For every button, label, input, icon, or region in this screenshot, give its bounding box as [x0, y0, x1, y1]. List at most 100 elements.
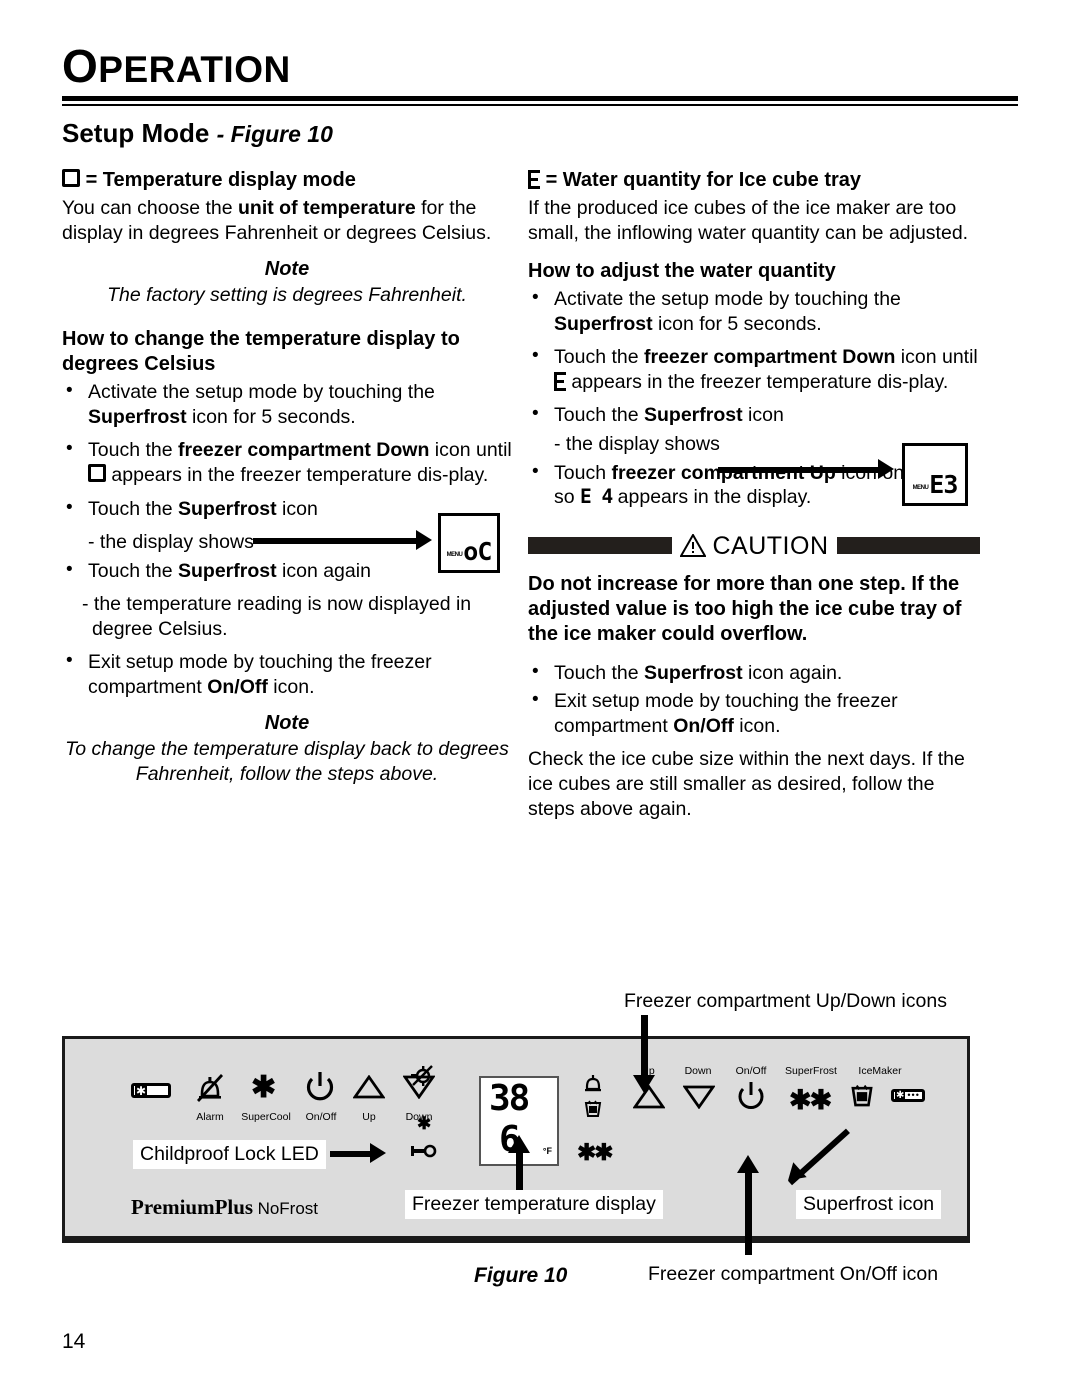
bullet-text-post: icon [276, 497, 318, 520]
caution-label-text: CAUTION [712, 531, 829, 560]
bullet-text-bold: freezer compartment Down [177, 439, 430, 462]
sub-result-line: - the temperature reading is now display… [62, 592, 512, 641]
updown-callout-arrowhead [633, 1075, 655, 1093]
childproof-arrow-shaft [330, 1151, 372, 1157]
double-asterisk-icon: ✱✱ [577, 1139, 614, 1165]
display-unit: °F [542, 1146, 552, 1156]
childproof-arrow-head [370, 1143, 386, 1163]
brand-label: PremiumPlus NoFrost [131, 1195, 318, 1220]
bullet-text-pre: Touch the [88, 559, 178, 582]
right-heading: = Water quantity for Ice cube tray [528, 168, 980, 193]
bullet-text-post: icon for 5 seconds. [186, 405, 356, 428]
brand-primary: PremiumPlus [131, 1195, 254, 1219]
bullet-text-post: icon again [276, 559, 371, 582]
list-item: Activate the setup mode by touching the … [528, 286, 980, 336]
icemaker-bar-icon: ✱ [131, 1083, 171, 1098]
page-header: OPERATION [62, 42, 1018, 107]
bullet-text-pre: Touch the [554, 661, 644, 684]
tempdisplay-arrow-head [508, 1135, 530, 1153]
brand-secondary: NoFrost [257, 1199, 319, 1218]
menu-tag-label: MENU [912, 485, 929, 491]
header-rule-thin [62, 104, 1018, 107]
onoff-arrow-shaft [745, 1170, 752, 1255]
bell-crossed-icon [193, 1071, 227, 1109]
right-arrow-shaft [718, 467, 880, 473]
bullet-text-post: icon. [267, 675, 315, 698]
callout-updown-label: Freezer compartment Up/Down icons [624, 990, 947, 1012]
right-closing: Check the ice cube size within the next … [528, 748, 965, 820]
caution-label: CAUTION [679, 530, 829, 562]
sub-result-text: - the temperature reading is now display… [82, 593, 472, 640]
left-heading: = Temperature display mode [62, 168, 512, 193]
icemaker-cup-icon-right [849, 1083, 875, 1113]
right-heading-text: = Water quantity for Ice cube tray [545, 169, 862, 191]
bullet-text-bold: Superfrost [177, 559, 277, 582]
page-number: 14 [62, 1330, 86, 1353]
mini-display-celsius: MENU oC [438, 513, 500, 573]
bullet-text-bold: Superfrost [643, 661, 743, 684]
note-1-label: Note [264, 258, 310, 281]
list-item: Exit setup mode by touching the freezer … [528, 688, 980, 738]
icemaker-bar-icon-right: ✱ ••• [891, 1089, 925, 1102]
bell-icon [583, 1073, 603, 1097]
left-intro-bold: unit of temperature [238, 197, 416, 219]
square-glyph-icon [62, 169, 80, 187]
updown-callout-line [641, 1015, 648, 1077]
callout-temp-display: Freezer temperature display [405, 1190, 663, 1220]
caution-bar-right [836, 537, 980, 555]
triangle-up-icon [352, 1074, 386, 1103]
page-title-rest: PERATION [98, 49, 291, 90]
list-item: Touch the Superfrost icon [528, 402, 980, 428]
bullet-text-bold: Superfrost [643, 404, 743, 427]
bullet-text-bold: On/Off [673, 714, 734, 737]
e-glyph-icon [528, 170, 540, 189]
mini-display-value: E3 [929, 470, 958, 499]
panel-label-down-right: Down [684, 1065, 712, 1077]
key-icon [409, 1144, 437, 1162]
list-item: Touch the freezer compartment Down icon … [528, 344, 980, 394]
callout-childproof-text: Childproof Lock LED [140, 1143, 319, 1165]
panel-label-onoff: On/Off [305, 1111, 337, 1123]
list-item: Activate the setup mode by touching the … [62, 379, 512, 429]
page-title-initial: O [62, 40, 99, 92]
list-item: Touch the Superfrost icon again. [528, 660, 980, 686]
bullet-text-post: icon. [733, 714, 781, 737]
callout-superfrost: Superfrost icon [796, 1190, 942, 1220]
section-title-text: Setup Mode [62, 118, 210, 148]
bullet-text-bold: Superfrost [177, 497, 277, 520]
bullet-text-bold: On/Off [207, 675, 268, 698]
display-value-fridge: 38 [489, 1078, 530, 1119]
caution-bar: CAUTION [528, 530, 980, 562]
mini-display-value: oC [463, 537, 492, 566]
page-title: OPERATION [62, 42, 1018, 90]
bullet-text-post: appears in the display. [612, 486, 812, 509]
plug-crossed-icon [409, 1063, 435, 1093]
bullet-text-post: icon again. [742, 661, 843, 684]
right-intro: If the produced ice cubes of the ice mak… [528, 197, 969, 244]
note-2-label: Note [264, 712, 310, 735]
bullet-text-pre: Touch the [88, 439, 178, 462]
triangle-down-icon-right [682, 1085, 716, 1113]
note-1-text: The factory setting is degrees Fahrenhei… [107, 283, 467, 306]
section-title: Setup Mode - Figure 10 [62, 118, 333, 149]
bullet-text-pre: Touch [554, 461, 612, 484]
bullet-text-post: icon [742, 404, 784, 427]
figure-10: Freezer compartment Up/Down icons ✱ ✱ Al… [0, 985, 1080, 1315]
power-icon-right [737, 1081, 765, 1115]
left-arrow-shaft [253, 538, 418, 544]
panel-label-supercool: SuperCool [241, 1111, 291, 1123]
warning-triangle-icon [679, 534, 706, 558]
bullet-text-pre: Touch the [554, 404, 644, 427]
bullet-text-post: icon for 5 seconds. [652, 312, 822, 335]
list-item: Exit setup mode by touching the freezer … [62, 649, 512, 699]
bullet-text-pre: Touch the [554, 346, 644, 369]
asterisk-icon: ✱ [251, 1071, 277, 1104]
left-howto-heading: How to change the temperature display to… [62, 328, 460, 376]
right-bullet-list-2: Touch the Superfrost icon again. Exit se… [528, 660, 980, 739]
left-arrow-head [416, 530, 432, 550]
right-arrow-head [878, 459, 894, 479]
e-glyph-icon [554, 371, 566, 391]
panel-label-onoff-right: On/Off [735, 1065, 767, 1077]
left-column: = Temperature display mode You can choos… [62, 168, 512, 790]
asterisk-small-icon: ✱ [417, 1114, 432, 1133]
